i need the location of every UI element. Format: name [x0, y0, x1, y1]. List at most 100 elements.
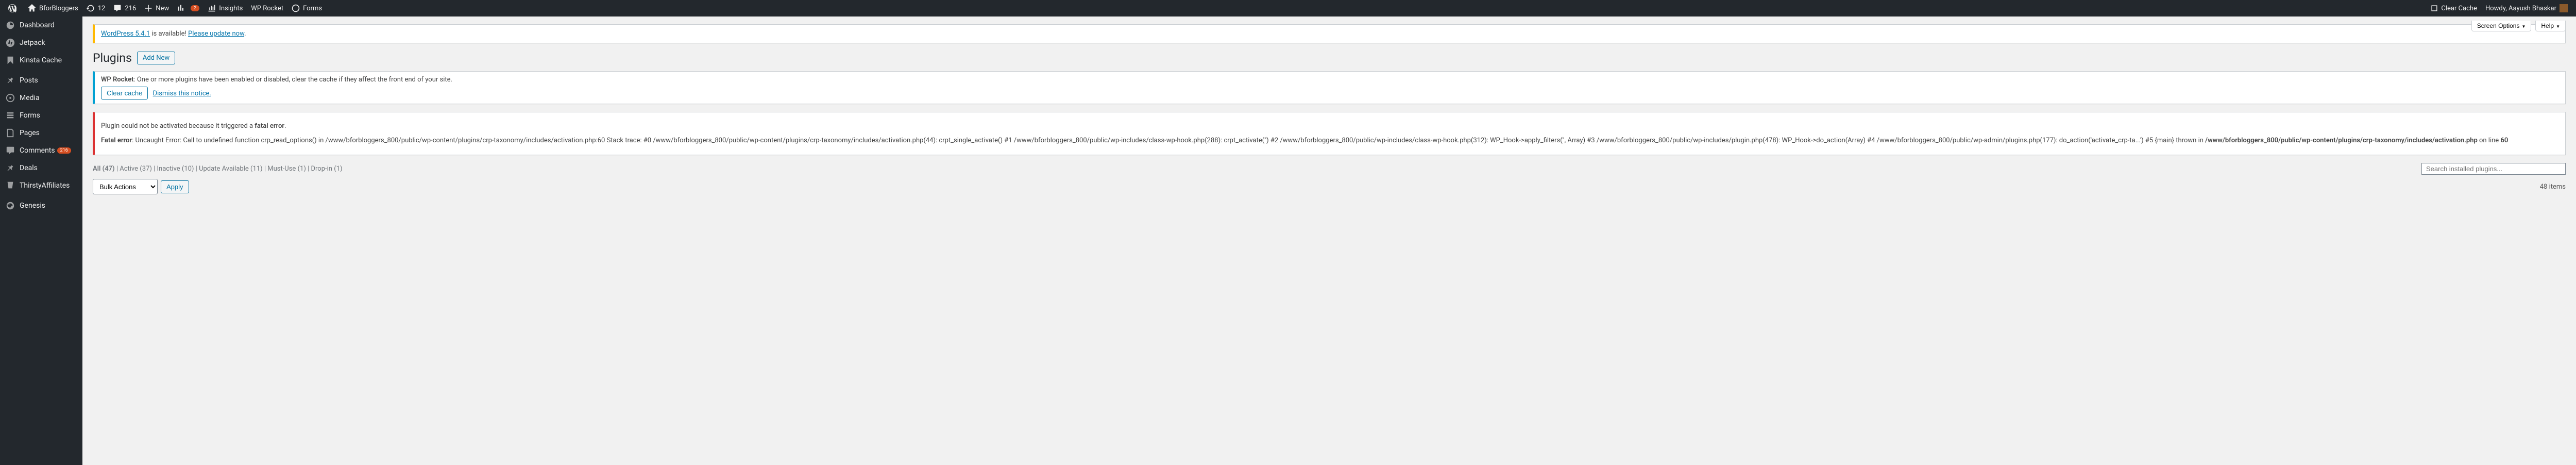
insights-label: Insights: [219, 5, 243, 12]
media-icon: [5, 93, 15, 103]
sidebar-item-label: Deals: [20, 164, 38, 172]
sidebar-item-label: Dashboard: [20, 21, 55, 29]
sidebar-item-thirsty[interactable]: ThirstyAffiliates: [0, 177, 82, 194]
dismiss-notice-link[interactable]: Dismiss this notice.: [153, 90, 211, 97]
forms-bar-link[interactable]: Forms: [287, 0, 326, 16]
forms-menu-icon: [5, 111, 15, 120]
avatar: [2560, 4, 2568, 12]
bulk-action-select[interactable]: Bulk Actions: [93, 179, 158, 194]
help-toggle[interactable]: Help▼: [2535, 21, 2566, 31]
updates-link[interactable]: 12: [82, 0, 110, 16]
dashboard-icon: [5, 21, 15, 30]
error-intro-bold: fatal error: [255, 122, 284, 130]
sidebar-item-posts[interactable]: Posts: [0, 72, 82, 89]
admin-sidebar: Dashboard Jetpack Kinsta Cache Posts Med…: [0, 16, 82, 465]
forms-bar-label: Forms: [303, 5, 322, 12]
tablenav-top: Bulk Actions Apply 48 items: [93, 179, 2566, 194]
comments-count: 216: [125, 5, 136, 12]
chevron-down-icon: ▼: [2556, 24, 2560, 29]
sidebar-item-media[interactable]: Media: [0, 89, 82, 107]
sidebar-item-comments[interactable]: Comments216: [0, 142, 82, 159]
sidebar-item-kinsta[interactable]: Kinsta Cache: [0, 52, 82, 69]
wp-version-link[interactable]: WordPress 5.4.1: [101, 30, 150, 38]
main-content: Screen Options▼ Help▼ WordPress 5.4.1 is…: [82, 16, 2576, 465]
wprocket-text: : One or more plugins have been enabled …: [133, 76, 452, 84]
sidebar-item-label: Jetpack: [20, 39, 45, 47]
howdy-text: Howdy, Aayush Bhaskar: [2485, 5, 2556, 12]
page-title: Plugins: [93, 51, 132, 65]
fatal-error-label: Fatal error: [101, 137, 132, 144]
sidebar-item-label: Forms: [20, 111, 40, 120]
sidebar-item-pages[interactable]: Pages: [0, 124, 82, 142]
fatal-error-path: /www/bforbloggers_800/public/wp-content/…: [2205, 137, 2478, 144]
clear-cache-button[interactable]: Clear cache: [101, 87, 148, 99]
deals-icon: [5, 163, 15, 173]
sidebar-item-label: ThirstyAffiliates: [20, 181, 70, 190]
sidebar-item-jetpack[interactable]: Jetpack: [0, 34, 82, 52]
fatal-error-line: 60: [2500, 137, 2508, 144]
clear-cache-label: Clear Cache: [2441, 5, 2477, 12]
wp-logo[interactable]: [4, 0, 24, 16]
page-icon: [5, 128, 15, 138]
plugin-search-input[interactable]: [2421, 163, 2566, 175]
sidebar-item-forms[interactable]: Forms: [0, 107, 82, 124]
sidebar-item-label: Comments: [20, 146, 55, 155]
site-name-link[interactable]: BforBloggers: [24, 0, 82, 16]
stats-badge: 2: [191, 5, 199, 11]
comment-icon: [113, 4, 122, 12]
comments-link[interactable]: 216: [109, 0, 140, 16]
filter-all[interactable]: All (47): [93, 165, 115, 173]
plugin-filters-row: All (47) | Active (37) | Inactive (10) |…: [93, 163, 2566, 175]
sidebar-item-dashboard[interactable]: Dashboard: [0, 16, 82, 34]
jetpack-icon: [5, 38, 15, 47]
filter-active[interactable]: Active: [120, 165, 138, 173]
fatal-error-body: : Uncaught Error: Call to undefined func…: [132, 137, 2205, 144]
filter-update-available[interactable]: Update Available: [199, 165, 249, 173]
genesis-icon: [5, 201, 15, 210]
clear-cache-topbar[interactable]: Clear Cache: [2427, 0, 2481, 16]
notice-text: is available!: [150, 30, 188, 38]
insights-link[interactable]: Insights: [204, 0, 247, 16]
pin-icon: [5, 76, 15, 85]
site-name-label: BforBloggers: [39, 5, 78, 12]
new-content-link[interactable]: New: [140, 0, 173, 16]
wprocket-link[interactable]: WP Rocket: [247, 0, 287, 16]
error-intro-pre: Plugin could not be activated because it…: [101, 122, 255, 130]
home-icon: [28, 4, 36, 12]
update-now-link[interactable]: Please update now: [188, 30, 244, 38]
filter-must-use[interactable]: Must-Use: [267, 165, 296, 173]
kinsta-icon: [5, 56, 15, 65]
clear-cache-icon: [2431, 5, 2438, 12]
plus-icon: [144, 4, 152, 12]
sidebar-item-label: Pages: [20, 129, 40, 137]
apply-button[interactable]: Apply: [161, 180, 189, 193]
chevron-down-icon: ▼: [2521, 24, 2526, 29]
add-new-button[interactable]: Add New: [137, 52, 175, 64]
sidebar-item-deals[interactable]: Deals: [0, 159, 82, 177]
wordpress-icon: [8, 4, 16, 12]
stats-link[interactable]: 2: [173, 0, 204, 16]
wprocket-notice: WP Rocket: One or more plugins have been…: [93, 71, 2566, 104]
updates-count: 12: [98, 5, 106, 12]
item-count: 48 items: [2540, 183, 2566, 191]
wprocket-label: WP Rocket: [101, 76, 133, 84]
sidebar-item-label: Media: [20, 94, 40, 102]
chart-icon: [208, 4, 216, 12]
wprocket-label: WP Rocket: [251, 5, 283, 12]
sidebar-item-genesis[interactable]: Genesis: [0, 197, 82, 214]
sidebar-item-label: Posts: [20, 76, 38, 85]
filter-inactive[interactable]: Inactive: [157, 165, 180, 173]
thirsty-icon: [5, 181, 15, 190]
my-account-link[interactable]: Howdy, Aayush Bhaskar: [2481, 0, 2572, 16]
comments-badge: 216: [57, 147, 71, 154]
admin-bar: BforBloggers 12 216 New 2 Insights WP Ro…: [0, 0, 2576, 16]
screen-options-toggle[interactable]: Screen Options▼: [2471, 21, 2532, 31]
wp-update-notice: WordPress 5.4.1 is available! Please upd…: [93, 24, 2566, 43]
new-label: New: [156, 5, 169, 12]
stats-icon: [177, 4, 185, 12]
update-icon: [87, 4, 95, 12]
comments-menu-icon: [5, 146, 15, 155]
fatal-error-notice: Plugin could not be activated because it…: [93, 112, 2566, 155]
forms-icon: [292, 4, 300, 12]
filter-drop-in[interactable]: Drop-in: [311, 165, 332, 173]
